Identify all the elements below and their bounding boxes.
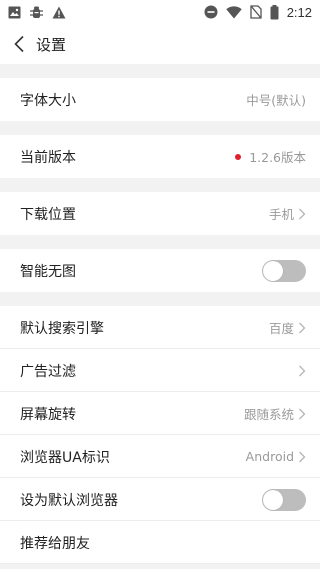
setting-label: 设为默认浏览器 <box>20 492 118 509</box>
section-gap <box>0 178 320 192</box>
setting-value: 跟随系统 <box>243 407 294 422</box>
chevron-right-icon <box>298 365 306 377</box>
setting-label: 广告过滤 <box>20 363 76 380</box>
setting-label: 字体大小 <box>20 92 76 109</box>
setting-version[interactable]: 当前版本 1.2.6版本 <box>0 135 320 178</box>
setting-font-size[interactable]: 字体大小 中号(默认) <box>0 78 320 121</box>
setting-value: 手机 <box>268 207 294 222</box>
bug-icon <box>29 5 44 20</box>
setting-search-engine[interactable]: 默认搜索引擎 百度 <box>0 306 320 349</box>
setting-value: Android <box>245 449 294 464</box>
title-bar: 设置 <box>0 24 320 64</box>
setting-label: 当前版本 <box>20 149 76 166</box>
chevron-left-icon[interactable] <box>2 24 36 64</box>
setting-value: 1.2.6版本 <box>249 150 306 165</box>
setting-value: 中号(默认) <box>246 93 306 108</box>
update-dot-icon <box>235 153 242 160</box>
chevron-right-icon <box>298 408 306 420</box>
setting-browser-ua[interactable]: 浏览器UA标识 Android <box>0 435 320 478</box>
setting-label: 屏幕旋转 <box>20 406 76 423</box>
setting-label: 推荐给朋友 <box>20 535 90 552</box>
chevron-right-icon <box>298 451 306 463</box>
settings-list: 字体大小 中号(默认) 当前版本 1.2.6版本 下载位置 手机 智能无图 默认… <box>0 64 320 564</box>
status-time: 2:12 <box>286 4 312 20</box>
setting-label: 默认搜索引擎 <box>20 320 104 337</box>
sim-off-icon <box>250 5 262 19</box>
setting-recommend-friends[interactable]: 推荐给朋友 <box>0 521 320 564</box>
warning-icon <box>52 6 66 19</box>
page-title: 设置 <box>36 35 67 54</box>
setting-ad-filter[interactable]: 广告过滤 <box>0 349 320 392</box>
section-gap <box>0 235 320 249</box>
setting-smart-no-image: 智能无图 <box>0 249 320 292</box>
status-bar: 2:12 <box>0 0 320 24</box>
chevron-right-icon <box>298 322 306 334</box>
image-icon <box>8 6 21 19</box>
toggle-knob <box>263 260 283 281</box>
default-browser-toggle[interactable] <box>262 488 306 511</box>
setting-download-location[interactable]: 下载位置 手机 <box>0 192 320 235</box>
setting-label: 智能无图 <box>20 263 76 280</box>
status-bar-left <box>8 5 66 20</box>
section-gap <box>0 64 320 78</box>
setting-value: 百度 <box>268 321 294 336</box>
section-gap <box>0 121 320 135</box>
chevron-right-icon <box>298 208 306 220</box>
setting-default-browser: 设为默认浏览器 <box>0 478 320 521</box>
status-bar-right: 2:12 <box>204 4 312 20</box>
setting-label: 下载位置 <box>20 206 76 223</box>
wifi-icon <box>225 5 242 19</box>
battery-icon <box>270 4 279 20</box>
setting-screen-rotation[interactable]: 屏幕旋转 跟随系统 <box>0 392 320 435</box>
do-not-disturb-icon <box>204 5 218 19</box>
setting-label: 浏览器UA标识 <box>20 449 110 466</box>
toggle-knob <box>263 489 283 510</box>
section-gap <box>0 292 320 306</box>
smart-no-image-toggle[interactable] <box>262 259 306 282</box>
